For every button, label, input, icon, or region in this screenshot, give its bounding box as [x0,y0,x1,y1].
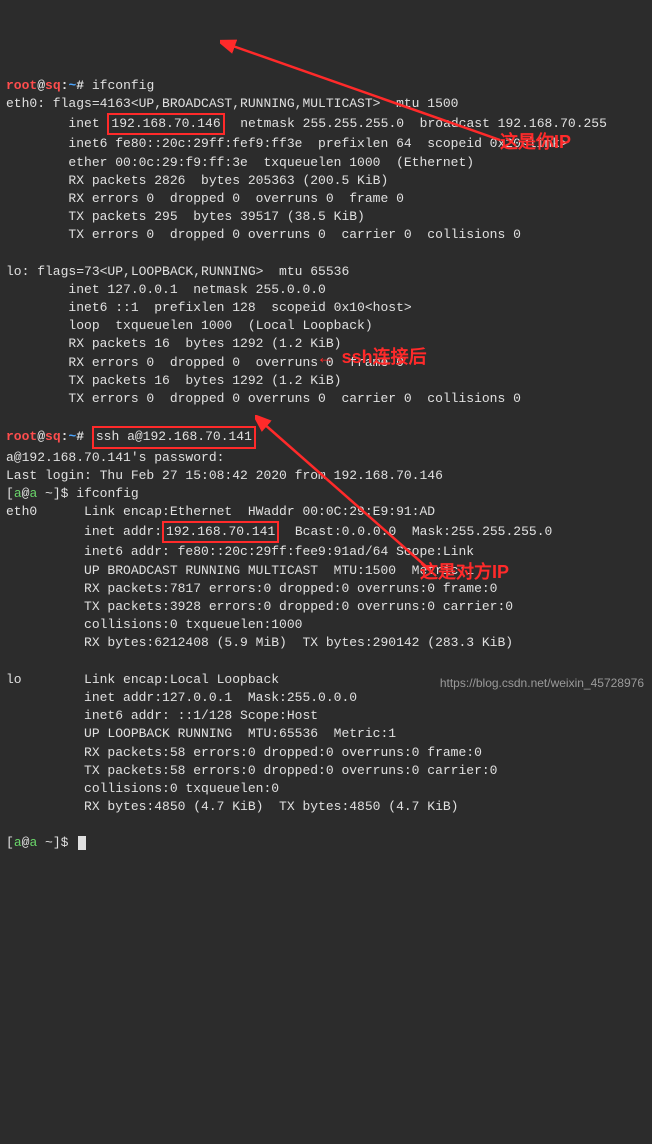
command-ifconfig: ifconfig [92,78,154,93]
ssh-command-box: ssh a@192.168.70.141 [92,426,256,448]
annotation-ssh: ← ssh连接后 [320,345,427,372]
cursor[interactable] [78,836,86,850]
ssh-password-prompt: a@192.168.70.141's password: [6,450,232,465]
remote-ip-box: 192.168.70.141 [162,521,279,543]
eth0-flags: eth0: flags=4163<UP,BROADCAST,RUNNING,MU… [6,96,458,111]
your-ip-box: 192.168.70.146 [107,113,224,135]
remote-lo: lo Link encap:Local Loopback [6,672,295,687]
command-ifconfig-2: ifconfig [76,486,138,501]
lo-flags: lo: flags=73<UP,LOOPBACK,RUNNING> mtu 65… [6,264,349,279]
watermark: https://blog.csdn.net/weixin_45728976 [440,675,644,692]
terminal-output[interactable]: root@sq:~# ifconfig eth0: flags=4163<UP,… [6,77,646,853]
remote-eth0: eth0 Link encap:Ethernet HWaddr 00:0C:29… [6,504,451,519]
annotation-remote-ip: 这是对方IP [420,560,509,585]
prompt-user: root [6,78,37,93]
last-login: Last login: Thu Feb 27 15:08:42 2020 fro… [6,468,443,483]
annotation-your-ip: 这是你IP [500,130,571,155]
